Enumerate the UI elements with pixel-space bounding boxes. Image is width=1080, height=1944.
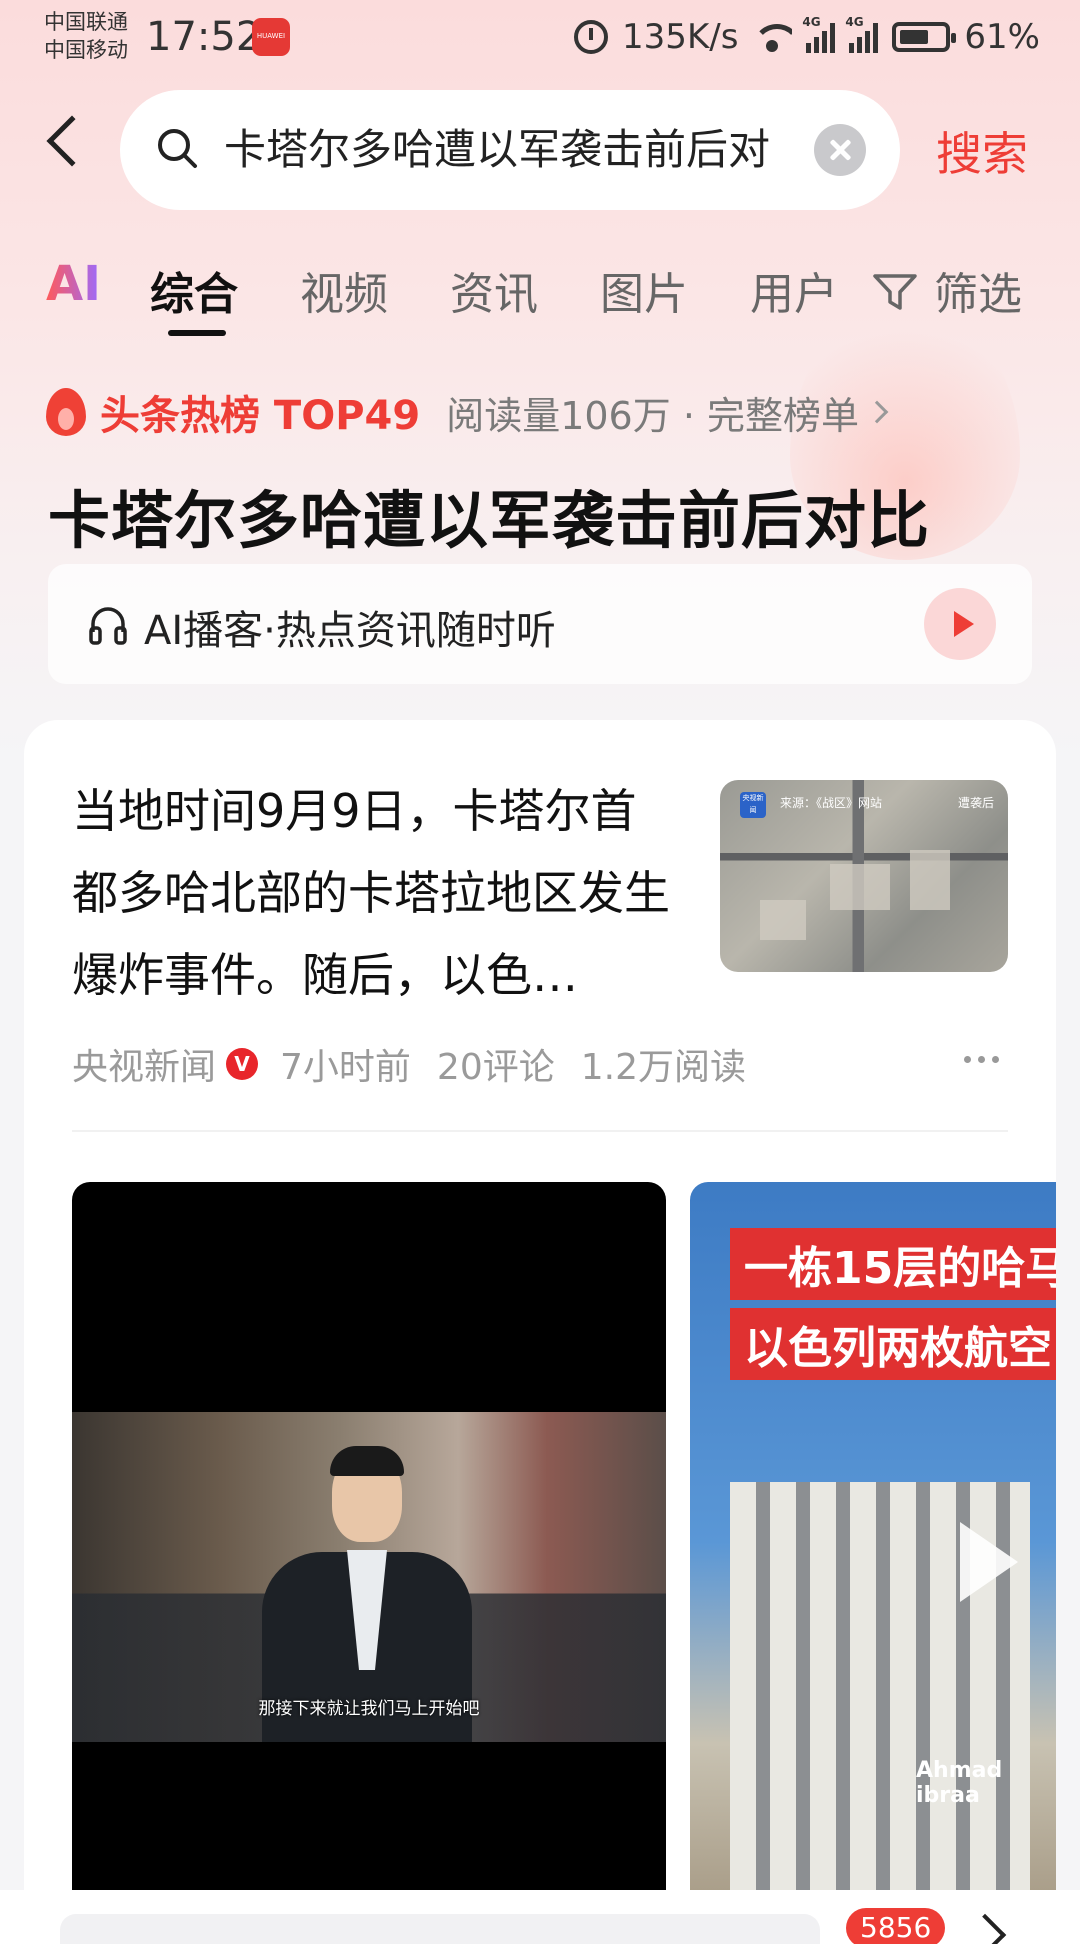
category-tabs: AI 综合 视频 资讯 图片 用户 筛选 [0,250,1080,340]
active-tab-indicator [168,330,226,336]
tab-users[interactable]: 用户 [750,258,838,322]
video-credit: Ahmad ibraa [916,1758,1003,1808]
thumb-badge: 央视新闻 [740,792,766,818]
wifi-icon [752,22,793,52]
video-card-main[interactable]: 那接下来就让我们马上开始吧 [72,1182,666,1902]
status-bar: 中国联通 中国移动 17:52 HUAWEI 135K/s 4G 4G 61% [0,0,1080,78]
more-icon[interactable] [964,1056,999,1063]
article-meta: 央视新闻 V 7小时前 20评论 1.2万阅读 [72,1038,772,1090]
chevron-right-icon [865,400,889,424]
comment-input[interactable] [60,1914,820,1944]
filter-icon[interactable] [872,272,918,312]
play-icon[interactable] [960,1522,1018,1602]
battery-level: 61% [964,17,1040,57]
fire-icon [46,388,86,436]
share-icon[interactable] [963,1913,1007,1944]
signal-icon-1: 4G [802,15,836,53]
article-summary[interactable]: 当地时间9月9日，卡塔尔首都多哈北部的卡塔拉地区发生爆炸事件。随后，以色… [72,770,672,1016]
hot-rank: 头条热榜 TOP49 [100,393,421,439]
article-comments: 20评论 [436,1047,555,1088]
status-right: 135K/s 4G 4G 61% [574,14,1040,60]
verified-icon: V [226,1048,259,1080]
article-thumbnail[interactable]: 央视新闻 来源：《战区》网站 遭袭后 [720,780,1008,972]
play-icon[interactable] [924,588,996,660]
topic-title: 卡塔尔多哈遭以军袭击前后对比 [48,484,931,557]
tab-ai[interactable]: AI [46,256,101,312]
tab-news[interactable]: 资讯 [450,258,538,322]
huawei-app-icon: HUAWEI [252,18,290,56]
network-label-2: 4G [845,15,864,29]
headphone-icon [89,607,127,645]
clear-icon[interactable] [814,124,866,176]
count-badge: 5856 [846,1908,946,1944]
search-box[interactable]: 卡塔尔多哈遭以军袭击前后对 [120,90,900,210]
video-card-side[interactable]: 一栋15层的哈马 以色列两枚航空 Ahmad ibraa [690,1182,1056,1902]
thumb-tag: 遭袭后 [957,796,994,810]
results-card: 当地时间9月9日，卡塔尔首都多哈北部的卡塔拉地区发生爆炸事件。随后，以色… 央视… [24,720,1056,1944]
carrier-1: 中国联通 [44,10,128,34]
divider [72,1130,1008,1132]
filter-button[interactable]: 筛选 [934,258,1022,322]
search-icon [158,129,197,168]
search-input[interactable]: 卡塔尔多哈遭以军袭击前后对 [224,116,784,184]
signal-icon-2: 4G [845,15,879,53]
hot-meta: 阅读量106万 · 完整榜单 [446,393,859,438]
hot-list-link[interactable]: 头条热榜 TOP49 阅读量106万 · 完整榜单 [46,382,889,442]
tab-video[interactable]: 视频 [300,258,388,322]
ai-podcast-card[interactable]: AI播客·热点资讯随时听 [48,564,1032,684]
search-button[interactable]: 搜索 [936,118,1028,184]
article-source[interactable]: 央视新闻 [72,1038,216,1090]
video-banner-1: 一栋15层的哈马 [730,1228,1056,1300]
video-subtitle: 那接下来就让我们马上开始吧 [258,1699,480,1719]
network-label-1: 4G [802,15,821,29]
carrier-info: 中国联通 中国移动 [44,8,128,64]
video-banner-2: 以色列两枚航空 [730,1308,1056,1380]
tab-comprehensive[interactable]: 综合 [150,258,238,322]
status-time: 17:52 [146,14,262,60]
alarm-icon [574,20,609,54]
battery-icon [892,22,957,52]
podcast-label: AI播客·热点资讯随时听 [144,608,556,654]
video-frame: 那接下来就让我们马上开始吧 [72,1412,666,1742]
tab-images[interactable]: 图片 [600,258,688,322]
article-time: 7小时前 [280,1047,411,1088]
net-speed: 135K/s [622,17,739,57]
carrier-2: 中国移动 [44,38,128,62]
huawei-app-label: HUAWEI [256,32,286,40]
bottom-bar: 5856 [0,1890,1080,1944]
thumb-source: 来源：《战区》网站 [780,796,883,810]
article-reads: 1.2万阅读 [580,1047,746,1088]
